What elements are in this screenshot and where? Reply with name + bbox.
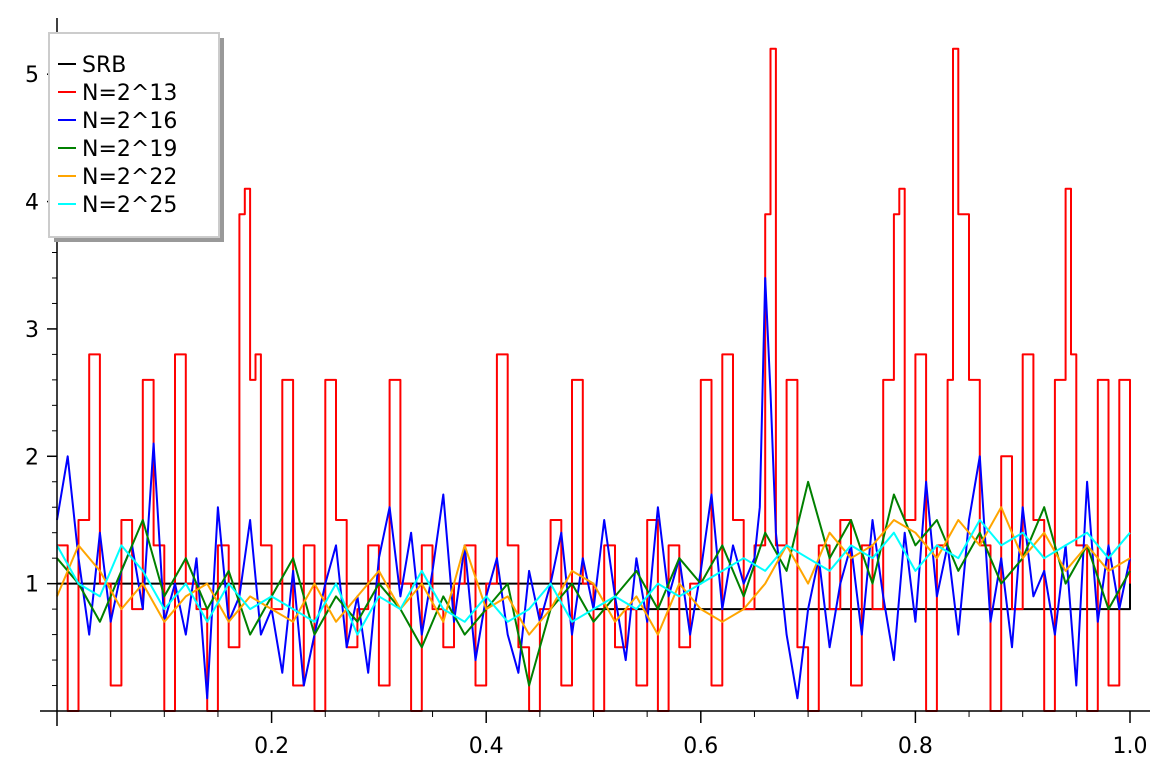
line-chart: 0.2 0.4 0.6 0.8 1.0 1 2 3 4 5 SRB N=2^13 N=2^16 N=2… [25,18,1150,759]
x-tick-label: 0.2 [254,734,289,759]
x-ticks: 0.2 0.4 0.6 0.8 1.0 [254,711,1148,759]
legend-label: N=2^22 [82,165,177,190]
legend-label: SRB [82,53,126,78]
y-tick-label: 5 [25,63,39,88]
x-tick-label: 0.6 [683,734,718,759]
legend-label: N=2^16 [82,109,177,134]
legend-label: N=2^19 [82,137,177,162]
y-tick-label: 1 [25,573,39,598]
x-tick-label: 0.4 [469,734,504,759]
y-tick-label: 3 [25,318,39,343]
legend: SRB N=2^13 N=2^16 N=2^19 N=2^22 N=2^25 [48,32,224,242]
legend-label: N=2^13 [82,81,177,106]
x-tick-label: 0.8 [898,734,933,759]
x-tick-label: 1.0 [1113,734,1148,759]
y-tick-label: 2 [25,445,39,470]
legend-label: N=2^25 [82,193,177,218]
y-tick-label: 4 [25,191,39,216]
